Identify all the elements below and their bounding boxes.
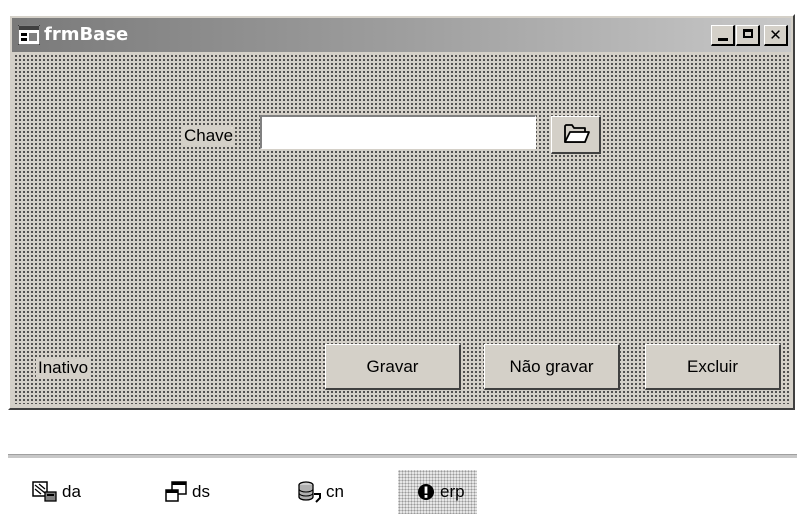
form-window: frmBase ✕ Chave Inativo Gravar Não grava… (8, 14, 795, 410)
dataset-icon (165, 481, 187, 502)
chave-input[interactable] (260, 115, 536, 149)
tray-item-da[interactable]: da (32, 470, 81, 514)
tray-item-label: da (62, 482, 81, 501)
open-folder-icon (563, 124, 590, 143)
open-button[interactable] (551, 116, 601, 154)
minimize-icon (717, 38, 728, 41)
tray-item-erp[interactable]: erp (398, 470, 477, 514)
maximize-icon (742, 29, 753, 38)
connection-icon (298, 481, 321, 503)
tray-item-label: cn (326, 482, 344, 501)
tray-item-label: ds (192, 482, 210, 501)
delete-button[interactable]: Excluir (645, 344, 781, 390)
save-button[interactable]: Gravar (325, 344, 461, 390)
maximize-button[interactable] (736, 25, 760, 46)
tray-item-cn[interactable]: cn (296, 470, 344, 514)
close-icon: ✕ (769, 26, 782, 44)
minimize-button[interactable] (711, 25, 735, 46)
chave-label: Chave (182, 125, 236, 147)
error-provider-icon (418, 484, 434, 500)
dont-save-button[interactable]: Não gravar (484, 344, 620, 390)
data-adapter-icon (32, 481, 57, 502)
close-button[interactable]: ✕ (764, 25, 788, 46)
tray-item-ds[interactable]: ds (164, 470, 210, 514)
tray-item-label: erp (440, 482, 465, 501)
status-label: Inativo (36, 357, 91, 379)
form-client-area: Chave Inativo Gravar Não gravar Excluir (14, 54, 789, 404)
form-icon (18, 25, 40, 45)
window-title: frmBase (44, 24, 129, 45)
component-tray: da ds cn erp (8, 458, 797, 525)
title-bar[interactable]: frmBase ✕ (12, 18, 791, 52)
